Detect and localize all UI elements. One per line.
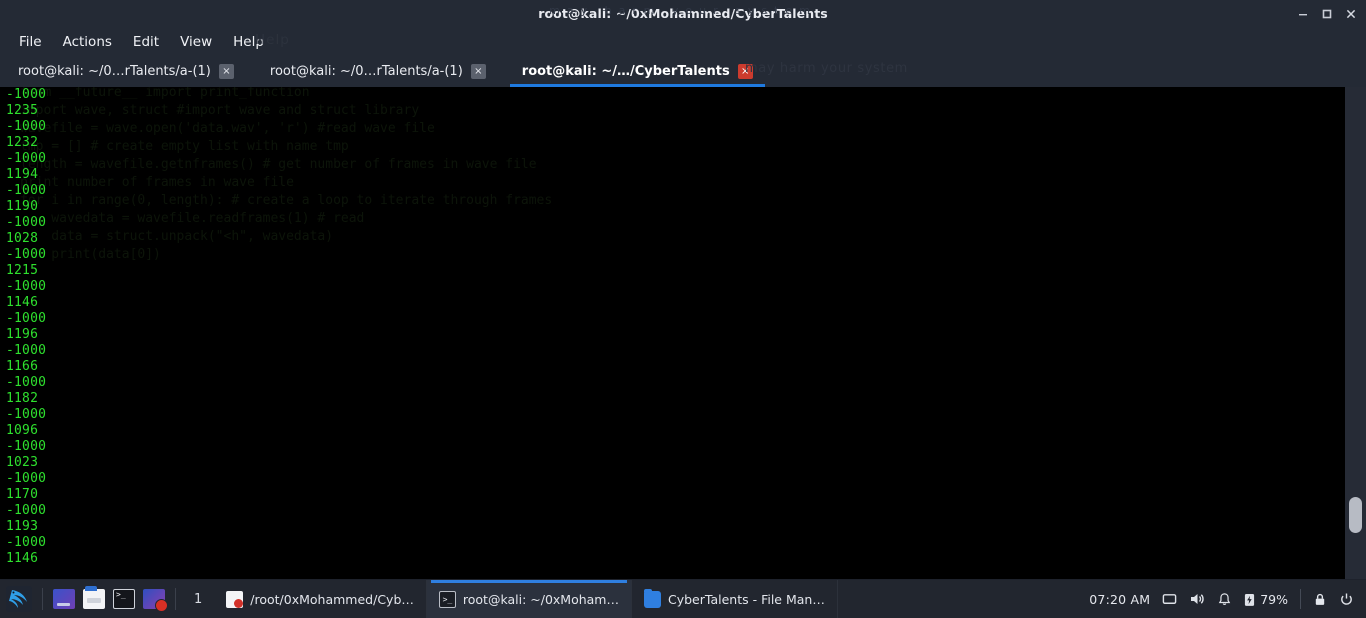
terminal-line: 1096 [6, 423, 39, 438]
terminal-tab-bar: root@kali: ~/0…rTalents/a-(1) × root@kal… [0, 56, 1366, 87]
bell-icon[interactable] [1217, 592, 1232, 607]
screen-recorder-launcher[interactable] [143, 589, 168, 612]
terminal-line: -1000 [6, 471, 47, 486]
close-button[interactable] [1340, 3, 1362, 25]
terminal-line: 1232 [6, 135, 39, 150]
tab-label: root@kali: ~/0…rTalents/a-(1) [269, 64, 463, 79]
terminal-line: 1166 [6, 359, 39, 374]
taskbar-divider-2 [175, 588, 176, 610]
tab-close-icon[interactable]: × [470, 64, 486, 79]
scrollbar-thumb[interactable] [1349, 497, 1362, 533]
taskbar-item-label: /root/0xMohammed/Cyb… [250, 591, 414, 607]
terminal-line: 1190 [6, 199, 39, 214]
menu-item-actions[interactable]: Actions [54, 31, 121, 53]
tab-terminal-2[interactable]: root@kali: ~/0…rTalents/a-(1) × [252, 56, 504, 87]
taskbar-item-label: root@kali: ~/0xMoham… [462, 591, 619, 607]
terminal-line: 1235 [6, 103, 39, 118]
tab-label: root@kali: ~/…/CyberTalents [521, 64, 730, 79]
terminal-icon: >_ [438, 590, 456, 608]
tab-close-icon[interactable]: × [218, 64, 234, 79]
tab-terminal-3-active[interactable]: root@kali: ~/…/CyberTalents × [504, 56, 771, 87]
terminal-line: -1000 [6, 87, 47, 102]
terminal-line: -1000 [6, 247, 47, 262]
terminal-line: 1146 [6, 551, 39, 566]
terminal-line: 1028 [6, 231, 39, 246]
terminal-line: -1000 [6, 375, 47, 390]
maximize-button[interactable] [1316, 3, 1338, 25]
taskbar-launchers [49, 586, 169, 612]
window-titlebar[interactable]: may harm your system root@kali: ~/0xMoha… [0, 0, 1366, 27]
terminal-line: -1000 [6, 407, 47, 422]
terminal-line: 1146 [6, 295, 39, 310]
terminal-line: -1000 [6, 119, 47, 134]
terminal-line: 1196 [6, 327, 39, 342]
terminal-launcher[interactable] [113, 589, 135, 609]
terminal-lines: -1000 1235 -1000 1232 -1000 1194 -1000 1190 -100… [0, 87, 1345, 567]
web-browser-launcher[interactable] [53, 589, 75, 609]
window-title: root@kali: ~/0xMohammed/CyberTalents [538, 6, 828, 21]
taskbar-item-terminal[interactable]: >_ root@kali: ~/0xMoham… [426, 580, 632, 618]
kali-dragon-logo[interactable] [2, 582, 36, 616]
tab-terminal-1[interactable]: root@kali: ~/0…rTalents/a-(1) × [0, 56, 252, 87]
taskbar-divider-1 [42, 588, 43, 610]
terminal-line: 1182 [6, 391, 39, 406]
terminal-line: -1000 [6, 151, 47, 166]
taskbar-item-filemanager[interactable]: CyberTalents - File Man… [632, 580, 838, 618]
terminal-line: -1000 [6, 183, 47, 198]
battery-percent: 79% [1260, 591, 1288, 607]
tab-close-icon[interactable]: × [737, 64, 753, 79]
terminal-line: 1170 [6, 487, 39, 502]
terminal-line: 1023 [6, 455, 39, 470]
tab-label: root@kali: ~/0…rTalents/a-(1) [18, 64, 211, 79]
window-controls [1292, 0, 1362, 27]
system-tray: 07:20 AM 79% [1089, 580, 1366, 618]
lock-icon[interactable] [1313, 592, 1327, 607]
pdf-document-icon [226, 590, 244, 608]
workspace-indicator[interactable]: 1 [182, 592, 214, 607]
taskbar-item-pdf[interactable]: /root/0xMohammed/Cyb… [214, 580, 427, 618]
power-icon[interactable] [1339, 592, 1354, 607]
clock[interactable]: 07:20 AM [1089, 592, 1150, 607]
menu-item-help[interactable]: Help [224, 31, 273, 53]
terminal-line: -1000 [6, 215, 47, 230]
terminal-output-area[interactable]: from __future__ import print_function im… [0, 87, 1345, 579]
folder-icon [644, 588, 661, 608]
battery-status[interactable]: 79% [1244, 592, 1288, 607]
desktop-screen: may harm your system root@kali: ~/0xMoha… [0, 0, 1366, 618]
terminal-line: -1000 [6, 503, 47, 518]
display-icon[interactable] [1162, 592, 1177, 607]
taskbar-window-list: /root/0xMohammed/Cyb… >_ root@kali: ~/0x… [214, 580, 838, 618]
minimize-button[interactable] [1292, 3, 1314, 25]
speaker-icon[interactable] [1189, 591, 1205, 607]
terminal-line: -1000 [6, 343, 47, 358]
menu-item-file[interactable]: File [10, 31, 51, 53]
terminal-line: 1215 [6, 263, 39, 278]
terminal-scrollbar[interactable] [1345, 87, 1366, 579]
terminal-line: 1193 [6, 519, 39, 534]
terminal-line: -1000 [6, 535, 47, 550]
taskbar-item-label: CyberTalents - File Man… [668, 591, 825, 607]
file-manager-launcher[interactable] [83, 586, 105, 609]
terminal-line: -1000 [6, 311, 47, 326]
terminal-line: -1000 [6, 279, 47, 294]
desktop-taskbar: 1 /root/0xMohammed/Cyb… >_ root@kali: ~/… [0, 580, 1366, 618]
battery-charging-icon [1244, 592, 1255, 607]
menu-item-edit[interactable]: Edit [124, 31, 168, 53]
menu-bar: File Actions Edit View Help [0, 27, 1366, 56]
terminal-line: 1194 [6, 167, 39, 182]
terminal-line: -1000 [6, 439, 47, 454]
menu-item-view[interactable]: View [171, 31, 221, 53]
tray-divider [1300, 589, 1301, 609]
